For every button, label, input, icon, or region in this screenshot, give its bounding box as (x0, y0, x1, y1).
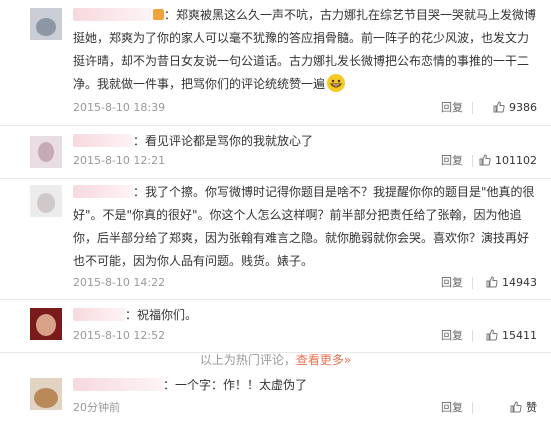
comment-list: ：郑爽被黑这么久一声不吭，古力娜扎在综艺节目哭一哭就马上发微博挺她，郑爽为了你的… (0, 0, 551, 424)
like-count: 15411 (502, 329, 537, 342)
comment-meta: 2015-8-10 12:52 回复 15411 (73, 328, 537, 344)
like-button[interactable]: 14943 (486, 275, 537, 291)
username-redacted[interactable] (73, 185, 133, 198)
comment-meta: 2015-8-10 18:39 回复 9386 (73, 100, 537, 116)
divider (472, 277, 473, 289)
like-button[interactable]: 9386 (493, 100, 537, 116)
timestamp: 2015-8-10 14:22 (73, 276, 166, 289)
avatar[interactable] (30, 136, 62, 168)
timestamp: 20分钟前 (73, 401, 120, 414)
thumbs-up-icon (510, 401, 522, 413)
username-redacted[interactable] (73, 308, 125, 321)
like-count: 赞 (526, 401, 537, 414)
comment-item: ：我了个擦。你写微博时记得你题目是啥不？我提醒你你的题目是"他真的很好"。不是"… (0, 179, 551, 300)
thumbs-up-icon (486, 276, 498, 288)
view-more-link[interactable]: 查看更多» (296, 353, 351, 367)
username-redacted[interactable] (73, 378, 163, 391)
avatar[interactable] (30, 378, 62, 410)
comment-item: ：看见评论都是骂你的我就放心了 2015-8-10 12:21 回复 10110… (0, 126, 551, 179)
avatar[interactable] (30, 185, 62, 217)
like-count: 14943 (502, 276, 537, 289)
timestamp: 2015-8-10 12:21 (73, 154, 166, 167)
comment-text: ：看见评论都是骂你的我就放心了 (133, 134, 314, 148)
thumbs-up-icon (486, 329, 498, 341)
hot-comments-footer: 以上为热门评论，查看更多» (0, 350, 551, 370)
divider (472, 330, 473, 342)
divider (472, 402, 473, 414)
reply-button[interactable]: 回复 (441, 153, 463, 169)
reply-button[interactable]: 回复 (441, 400, 463, 416)
comment-text: ：一个字：作！！太虚伪了 (163, 378, 308, 392)
username-redacted[interactable] (73, 8, 151, 21)
like-count: 101102 (495, 154, 537, 167)
comment-item: ：祝福你们。 2015-8-10 12:52 回复 15411 (0, 300, 551, 353)
like-button[interactable]: 15411 (486, 328, 537, 344)
avatar[interactable] (30, 8, 62, 40)
grinning-emoji-icon (327, 74, 346, 92)
thumbs-up-icon (493, 101, 505, 113)
reply-button[interactable]: 回复 (441, 275, 463, 291)
like-count: 9386 (509, 101, 537, 114)
like-button[interactable]: 赞 (510, 400, 537, 416)
reply-button[interactable]: 回复 (441, 328, 463, 344)
timestamp: 2015-8-10 12:52 (73, 329, 166, 342)
comment-item: ：一个字：作！！太虚伪了 20分钟前 回复 赞 (0, 372, 551, 424)
like-button[interactable]: 101102 (479, 153, 537, 169)
avatar[interactable] (30, 308, 62, 340)
comment-meta: 2015-8-10 12:21 回复 101102 (73, 153, 537, 169)
comment-meta: 20分钟前 回复 赞 (73, 400, 537, 416)
hot-comments-label: 以上为热门评论， (199, 353, 296, 367)
vip-badge-icon (153, 9, 164, 20)
divider (472, 155, 473, 167)
comment-text: ：祝福你们。 (125, 308, 198, 322)
comment-text: ：我了个擦。你写微博时记得你题目是啥不？我提醒你你的题目是"他真的很好"。不是"… (73, 185, 535, 268)
reply-button[interactable]: 回复 (441, 100, 463, 116)
comment-meta: 2015-8-10 14:22 回复 14943 (73, 275, 537, 291)
divider (472, 102, 473, 114)
username-redacted[interactable] (73, 134, 133, 147)
comment-item: ：郑爽被黑这么久一声不吭，古力娜扎在综艺节目哭一哭就马上发微博挺她，郑爽为了你的… (0, 0, 551, 126)
timestamp: 2015-8-10 18:39 (73, 101, 166, 114)
thumbs-up-icon (479, 154, 491, 166)
